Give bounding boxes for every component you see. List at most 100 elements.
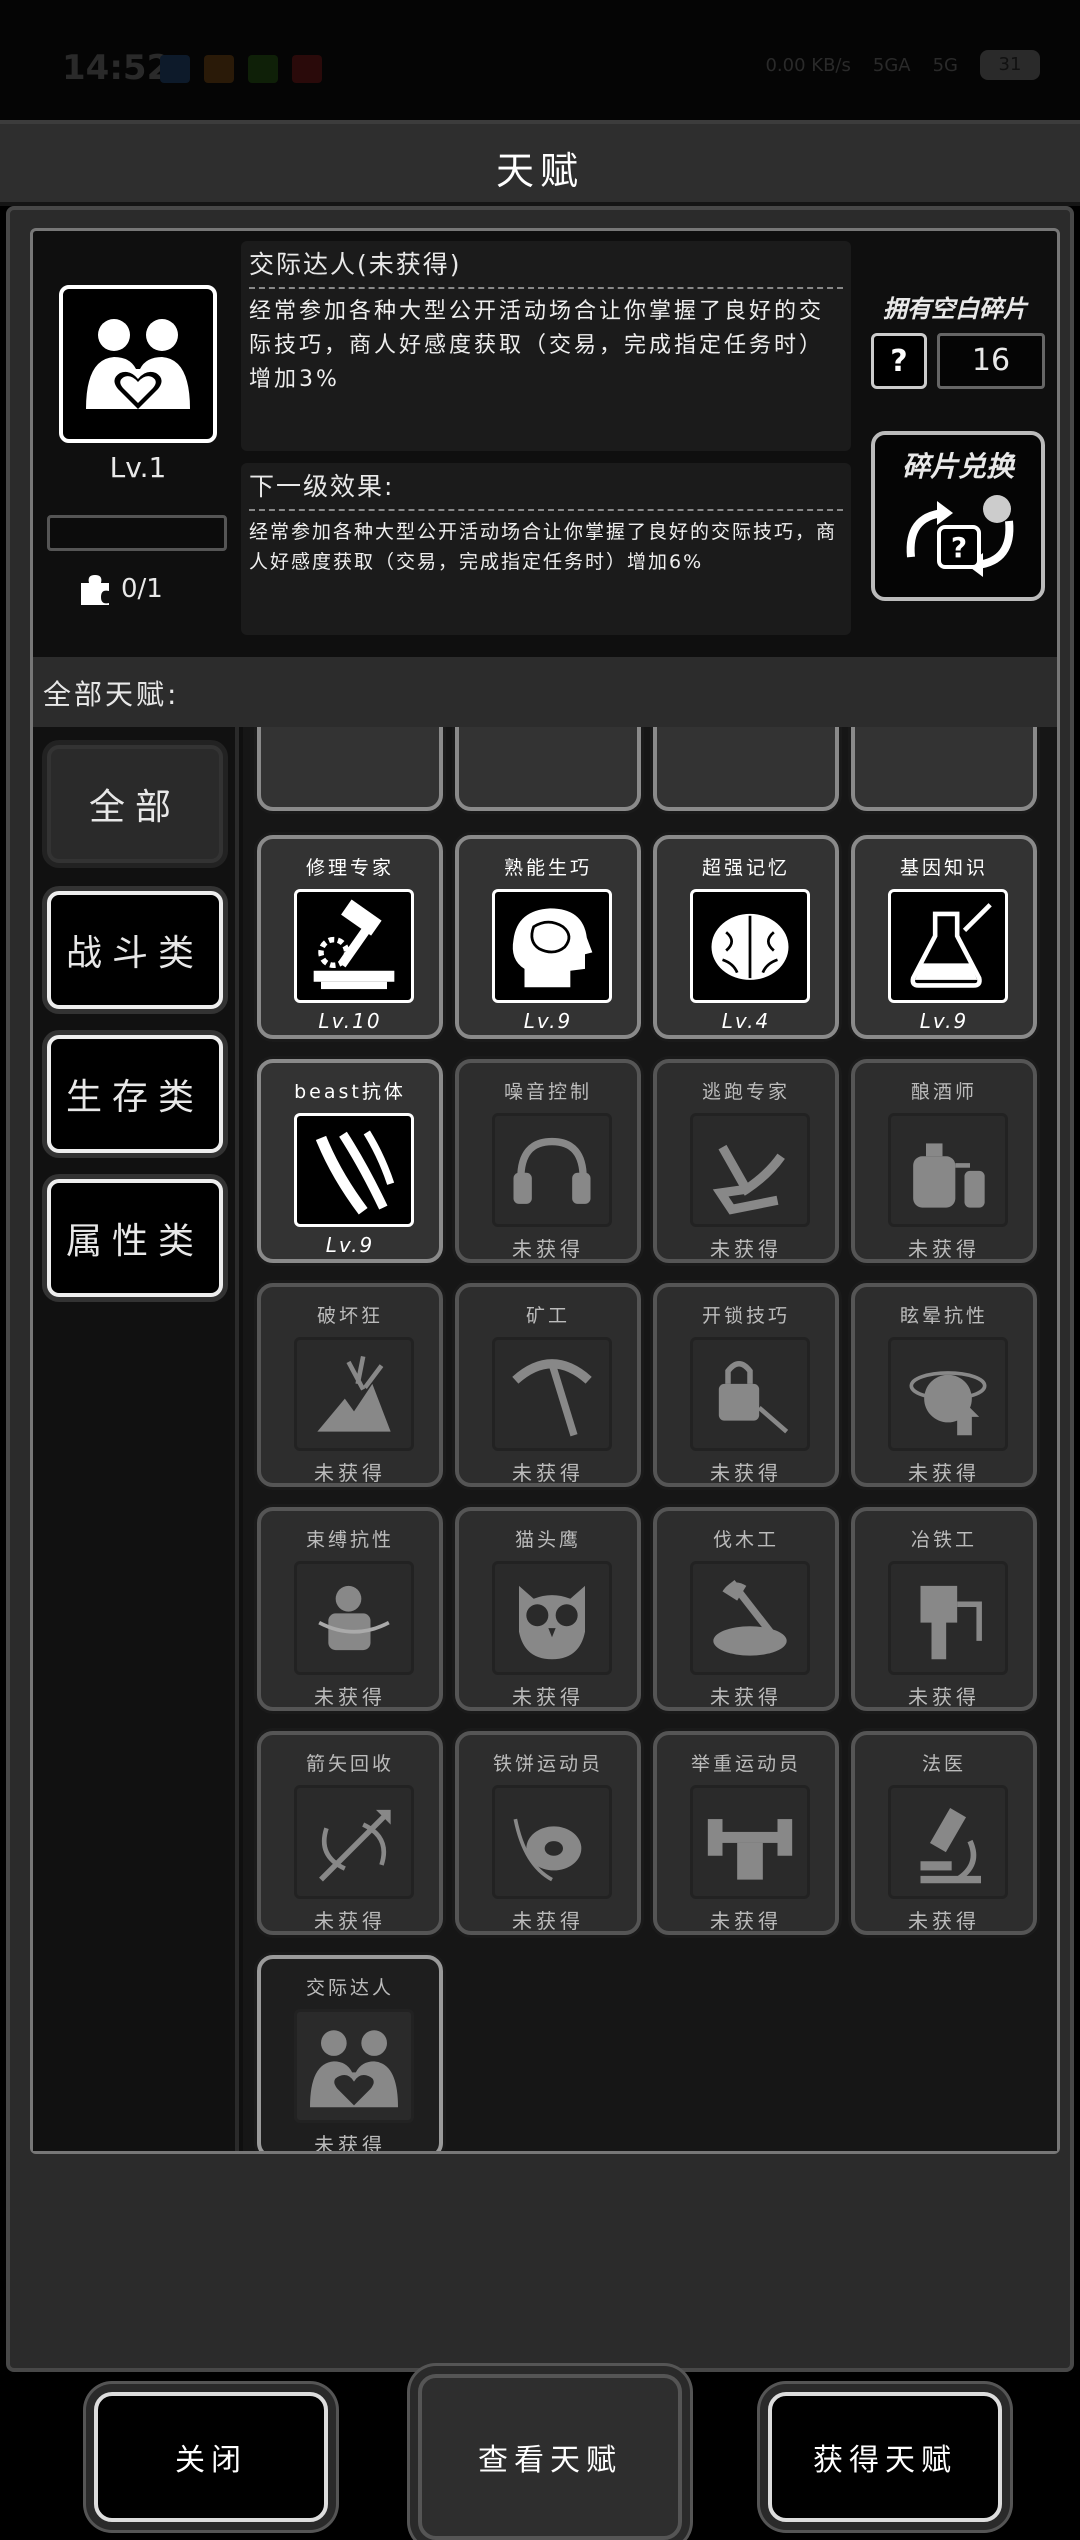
- sim2-signal: 5G: [932, 54, 958, 76]
- talent-card-name: 酿酒师: [910, 1081, 977, 1103]
- talent-card-level: 未获得: [512, 1237, 584, 1261]
- talent-icon-frame: [888, 1113, 1008, 1227]
- talent-icon-frame: [888, 1561, 1008, 1675]
- talent-icon-frame: [690, 1561, 810, 1675]
- talent-grid[interactable]: Lv.1Lv.2Lv.2Lv.10修理专家Lv.10熟能生巧Lv.9超强记忆Lv…: [243, 727, 1057, 2151]
- talent-card-name: beast抗体: [294, 1081, 406, 1103]
- headphones-icon: [513, 1137, 591, 1204]
- talent-card[interactable]: 熟能生巧 Lv.9: [455, 835, 641, 1039]
- talent-card-level: 未获得: [710, 1685, 782, 1709]
- category-sidebar: 全部 战斗类 生存类 属性类: [33, 727, 239, 2151]
- talent-card[interactable]: 眩晕抗性 未获得: [851, 1283, 1037, 1487]
- talent-icon-frame: [492, 1337, 612, 1451]
- talent-card[interactable]: 修理专家 Lv.10: [257, 835, 443, 1039]
- talent-card-name: 法医: [921, 1753, 966, 1775]
- blank-fragment-icon: ?: [871, 333, 927, 389]
- talent-card-name: 逃跑专家: [701, 1081, 790, 1103]
- talent-card-name: 开锁技巧: [701, 1305, 790, 1327]
- dumbbell-icon: [707, 1819, 793, 1880]
- smelting-icon: [920, 1585, 982, 1660]
- talent-card[interactable]: 箭矢回收 未获得: [257, 1731, 443, 1935]
- talent-card-level: 未获得: [908, 1461, 980, 1485]
- talent-card-name: 眩晕抗性: [899, 1305, 988, 1327]
- talent-card[interactable]: 破坏狂 未获得: [257, 1283, 443, 1487]
- talent-icon-frame: [690, 1785, 810, 1899]
- talent-card[interactable]: Lv.2: [455, 727, 641, 811]
- talent-card[interactable]: 矿工 未获得: [455, 1283, 641, 1487]
- owl-icon: [519, 1585, 585, 1660]
- talent-description: 经常参加各种大型公开活动场合让你掌握了良好的交际技巧，商人好感度获取（交易，完成…: [249, 299, 825, 392]
- talent-card[interactable]: 开锁技巧 未获得: [653, 1283, 839, 1487]
- talent-card[interactable]: 噪音控制 未获得: [455, 1059, 641, 1263]
- talent-card[interactable]: 逃跑专家 未获得: [653, 1059, 839, 1263]
- talent-card-level: 未获得: [710, 1909, 782, 1933]
- fragment-exchange-label: 碎片兑换: [901, 450, 1014, 483]
- talent-card[interactable]: Lv.2: [653, 727, 839, 811]
- view-talent-button[interactable]: 查看天赋: [418, 2374, 682, 2540]
- talent-card[interactable]: 猫头鹰 未获得: [455, 1507, 641, 1711]
- talent-card[interactable]: 束缚抗性 未获得: [257, 1507, 443, 1711]
- talent-card[interactable]: beast抗体 Lv.9: [257, 1059, 443, 1263]
- app-notification-icon: [292, 55, 322, 83]
- talent-card-level: 未获得: [908, 1237, 980, 1261]
- talent-card[interactable]: 交际达人 未获得: [257, 1955, 443, 2151]
- talent-card[interactable]: Lv.10: [851, 727, 1037, 811]
- talent-card[interactable]: 铁饼运动员 未获得: [455, 1731, 641, 1935]
- talent-card-level: Lv.10: [318, 1009, 382, 1033]
- talent-card-name: 铁饼运动员: [492, 1753, 603, 1775]
- talent-card-level: 未获得: [908, 1909, 980, 1933]
- talent-card[interactable]: 酿酒师 未获得: [851, 1059, 1037, 1263]
- brewing-icon: [913, 1143, 985, 1208]
- talent-icon-frame: [294, 2009, 414, 2123]
- lockpick-icon: [718, 1361, 789, 1434]
- talent-card-level: Lv.9: [325, 1233, 375, 1257]
- fragment-exchange-button[interactable]: 碎片兑换 ?: [871, 431, 1045, 601]
- talent-progress-bar: [47, 515, 227, 551]
- talent-card-level: Lv.9: [919, 1009, 969, 1033]
- talent-card-level: 未获得: [908, 1685, 980, 1709]
- talent-card-name: 噪音控制: [503, 1081, 592, 1103]
- exchange-icon: ?: [906, 495, 1014, 577]
- talent-card-name: 猫头鹰: [514, 1529, 581, 1551]
- get-talent-button[interactable]: 获得天赋: [768, 2392, 1002, 2522]
- status-bar: 14:52 0.00 KB/s 5GA 5G 31: [0, 0, 1080, 120]
- talent-icon-frame: [294, 1113, 414, 1227]
- notification-icons: [160, 55, 322, 83]
- talent-card-level: 未获得: [314, 1909, 386, 1933]
- talent-card[interactable]: 举重运动员 未获得: [653, 1731, 839, 1935]
- talent-card[interactable]: 伐木工 未获得: [653, 1507, 839, 1711]
- close-button[interactable]: 关闭: [94, 2392, 328, 2522]
- talent-card-level: 未获得: [512, 1685, 584, 1709]
- talent-card-name: 伐木工: [712, 1529, 779, 1551]
- talent-name-status: 交际达人(未获得): [249, 245, 843, 289]
- talent-card-name: 修理专家: [305, 857, 394, 879]
- title-bar: 天赋: [0, 120, 1080, 206]
- talent-icon-frame: [492, 1113, 612, 1227]
- talent-icon-frame: [888, 889, 1008, 1003]
- category-combat-tab[interactable]: 战斗类: [47, 891, 223, 1009]
- talent-card-name: 破坏狂: [316, 1305, 383, 1327]
- status-right: 0.00 KB/s 5GA 5G 31: [765, 50, 1040, 80]
- category-all-tab[interactable]: 全部: [47, 745, 223, 863]
- talent-card-level: Lv.4: [721, 1009, 771, 1033]
- talent-card[interactable]: 冶铁工 未获得: [851, 1507, 1037, 1711]
- dizzy-icon: [909, 1371, 987, 1436]
- talent-card[interactable]: Lv.1: [257, 727, 443, 811]
- piece-count: 0/1: [121, 574, 163, 604]
- talent-card[interactable]: 基因知识 Lv.9: [851, 835, 1037, 1039]
- category-survival-tab[interactable]: 生存类: [47, 1035, 223, 1153]
- talent-card-level: 未获得: [710, 1237, 782, 1261]
- category-attribute-tab[interactable]: 属性类: [47, 1179, 223, 1297]
- escape-arrow-icon: [712, 1144, 785, 1215]
- arrow-recycle-icon: [319, 1809, 391, 1882]
- talent-card[interactable]: 法医 未获得: [851, 1731, 1037, 1935]
- talent-card-name: 超强记忆: [701, 857, 790, 879]
- talent-icon-frame: [690, 889, 810, 1003]
- talent-card-level: 未获得: [512, 1461, 584, 1485]
- talent-level: Lv.1: [109, 451, 167, 484]
- talent-description-box: 交际达人(未获得) 经常参加各种大型公开活动场合让你掌握了良好的交际技巧，商人好…: [241, 241, 851, 451]
- next-level-header: 下一级效果:: [249, 467, 843, 511]
- battery-icon: 31: [980, 50, 1040, 80]
- talent-icon-frame: [492, 889, 612, 1003]
- talent-card[interactable]: 超强记忆 Lv.4: [653, 835, 839, 1039]
